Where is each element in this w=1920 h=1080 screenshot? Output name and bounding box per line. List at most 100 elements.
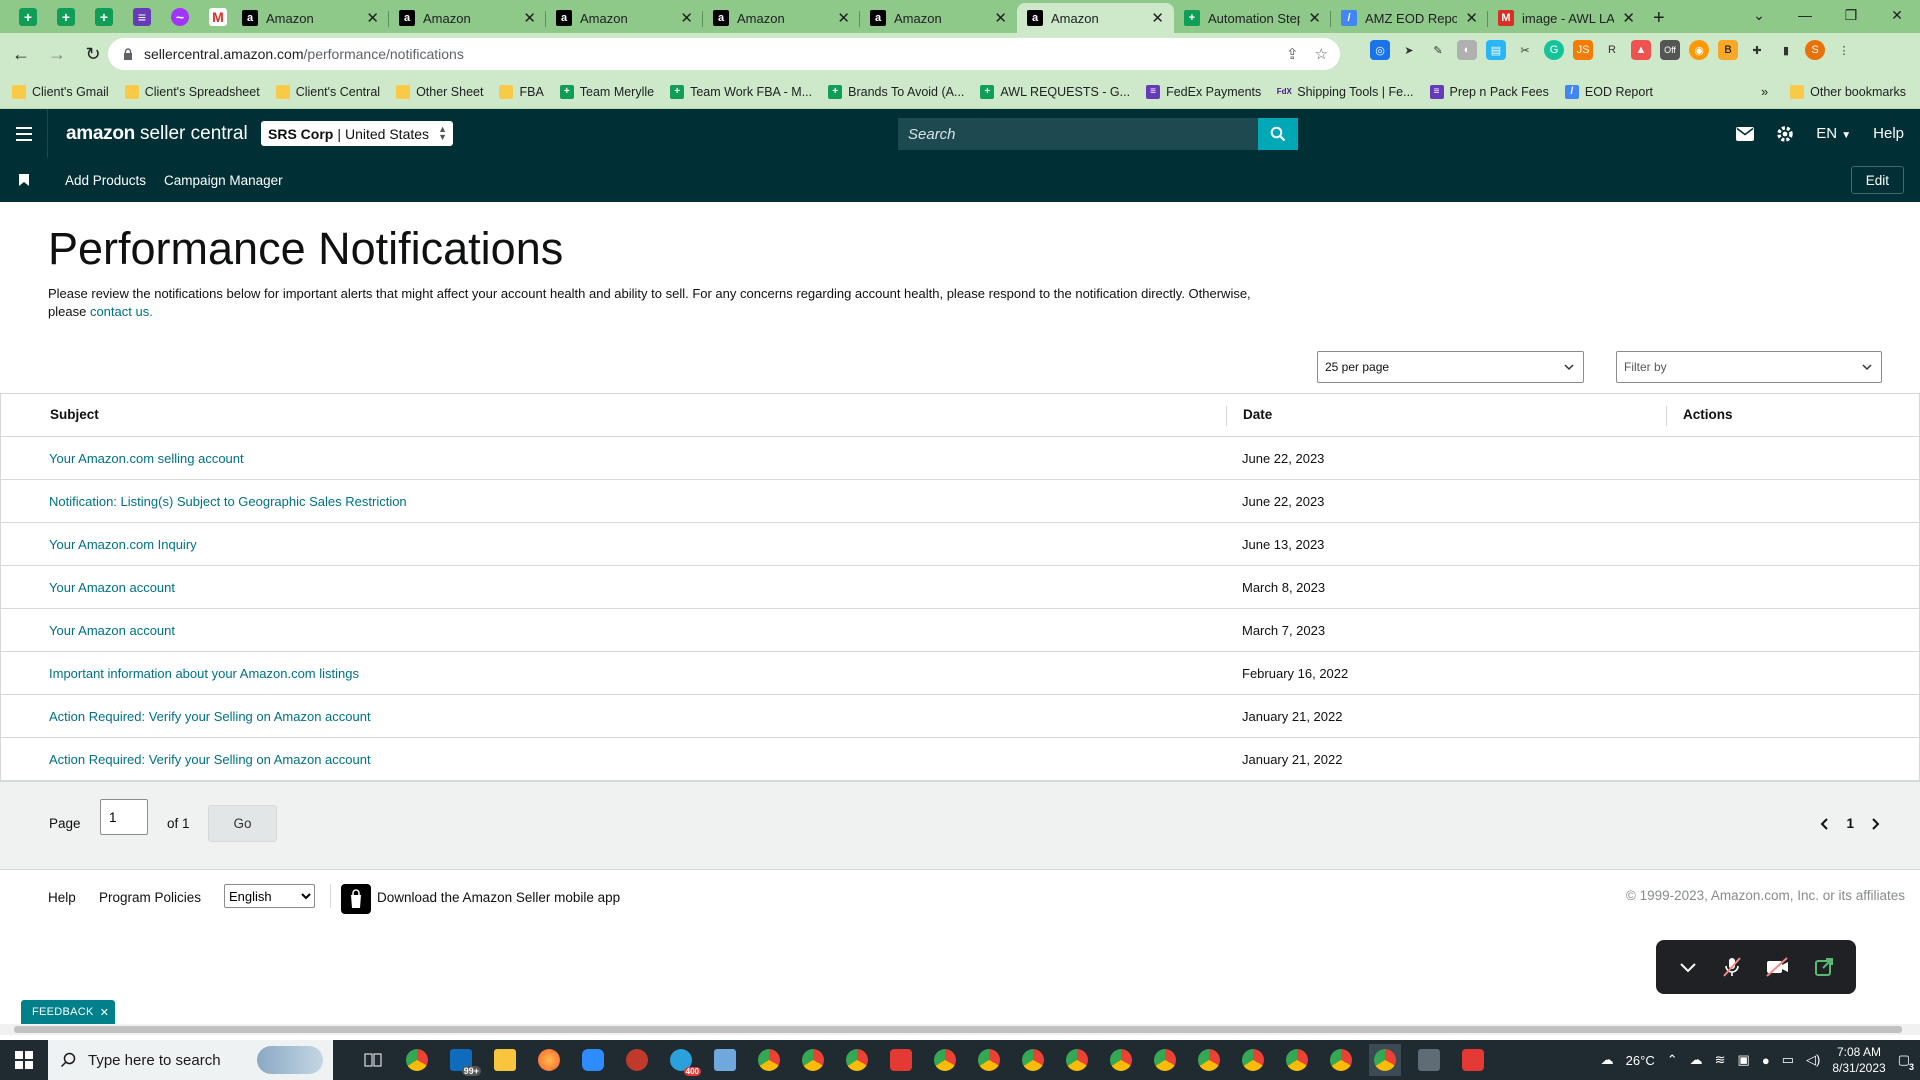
bookmark[interactable]: + AWL REQUESTS - G... <box>980 84 1130 99</box>
pinned-tab-forms[interactable]: ≡ <box>128 3 156 31</box>
column-header-subject[interactable]: Subject <box>50 407 99 422</box>
chrome-icon[interactable] <box>753 1044 785 1076</box>
bookmark[interactable]: Client's Spreadsheet <box>124 84 260 99</box>
pinned-tab-messenger[interactable]: ~ <box>166 3 194 31</box>
chrome-icon[interactable] <box>401 1044 433 1076</box>
download-app-link[interactable]: Download the Amazon Seller mobile app <box>377 890 620 905</box>
bookmark[interactable]: FdX Shipping Tools | Fe... <box>1277 85 1414 99</box>
forward-icon[interactable]: → <box>42 39 72 69</box>
meet-now-icon[interactable]: ▣ <box>1738 1052 1750 1068</box>
weather-icon[interactable]: ☁ <box>1601 1052 1614 1068</box>
reload-icon[interactable]: ↻ <box>78 39 108 69</box>
chrome-icon[interactable] <box>929 1044 961 1076</box>
extension-icon[interactable]: JS <box>1573 40 1593 60</box>
zoom-icon[interactable] <box>577 1044 609 1076</box>
notification-subject-link[interactable]: Your Amazon.com selling account <box>49 451 244 466</box>
bookmark-ribbon-icon[interactable] <box>0 174 48 186</box>
go-button[interactable]: Go <box>208 805 277 842</box>
show-hidden-icons[interactable]: ⌃ <box>1667 1052 1678 1068</box>
more-bookmarks-icon[interactable]: » <box>1761 85 1768 99</box>
browser-menu-icon[interactable]: ⋮ <box>1834 40 1854 60</box>
close-tab-icon[interactable]: ✕ <box>837 9 850 27</box>
contact-us-link[interactable]: contact us. <box>90 304 153 319</box>
close-tab-icon[interactable]: ✕ <box>1308 9 1321 27</box>
notification-subject-link[interactable]: Your Amazon.com Inquiry <box>49 537 197 552</box>
mail-icon[interactable] <box>1736 126 1755 141</box>
bookmark[interactable]: ≡ FedEx Payments <box>1146 84 1261 99</box>
browser-tab[interactable]: a Amazon ✕ <box>389 3 546 33</box>
extension-icon[interactable]: ✎ <box>1428 40 1448 60</box>
chrome-icon[interactable] <box>1237 1044 1269 1076</box>
pinned-tab-gmail[interactable]: M <box>204 3 232 31</box>
hamburger-menu-icon[interactable] <box>0 109 48 158</box>
wps-office-icon[interactable] <box>885 1044 917 1076</box>
search-input[interactable] <box>898 118 1258 150</box>
clock[interactable]: 7:08 AM 8/31/2023 <box>1832 1044 1885 1076</box>
feedback-button[interactable]: FEEDBACK ✕ <box>21 1000 116 1024</box>
pinned-tab-sheets[interactable]: + <box>52 3 80 31</box>
nav-link-campaign-manager[interactable]: Campaign Manager <box>164 173 283 188</box>
bookmark[interactable]: / EOD Report <box>1564 84 1653 99</box>
footer-language-select[interactable]: English <box>224 884 315 908</box>
language-selector[interactable]: EN ▼ <box>1816 125 1851 142</box>
bookmark[interactable]: + Team Merylle <box>559 84 654 99</box>
bookmark[interactable]: Client's Gmail <box>12 84 109 99</box>
close-tab-icon[interactable]: ✕ <box>1465 9 1478 27</box>
extension-off-icon[interactable]: Off <box>1660 40 1680 60</box>
notification-center-icon[interactable]: ▢ 3 <box>1898 1052 1914 1072</box>
browser-tab[interactable]: M image - AWL LAB ✕ <box>1488 3 1645 33</box>
chrome-icon[interactable] <box>1193 1044 1225 1076</box>
extension-icon[interactable]: ✂ <box>1515 40 1535 60</box>
calculator-icon[interactable] <box>1413 1044 1445 1076</box>
volume-icon[interactable]: ◁) <box>1806 1052 1820 1068</box>
browser-tab[interactable]: a Amazon ✕ <box>546 3 703 33</box>
column-header-date[interactable]: Date <box>1243 407 1272 422</box>
tab-search-icon[interactable]: ⌄ <box>1736 7 1782 24</box>
close-icon[interactable]: ✕ <box>100 1006 110 1019</box>
mic-muted-icon[interactable] <box>1721 956 1743 978</box>
back-icon[interactable]: ← <box>6 39 36 69</box>
chevron-right-icon[interactable] <box>1870 817 1880 830</box>
notification-subject-link[interactable]: Action Required: Verify your Selling on … <box>49 709 371 724</box>
close-tab-icon[interactable]: ✕ <box>1151 9 1164 27</box>
chrome-icon[interactable] <box>1281 1044 1313 1076</box>
close-tab-icon[interactable]: ✕ <box>1622 9 1635 27</box>
chrome-icon[interactable] <box>1369 1044 1401 1076</box>
chrome-icon[interactable] <box>1061 1044 1093 1076</box>
browser-tab[interactable]: a Amazon ✕ <box>232 3 389 33</box>
filter-select[interactable]: Filter by <box>1616 351 1882 383</box>
collapse-chevron-icon[interactable] <box>1677 956 1699 978</box>
open-in-window-icon[interactable] <box>1813 956 1835 978</box>
bookmark[interactable]: ≡ Prep n Pack Fees <box>1429 84 1549 99</box>
bookmark[interactable]: Other Sheet <box>396 84 483 99</box>
horizontal-scrollbar[interactable] <box>0 1024 1920 1035</box>
temperature[interactable]: 26°C <box>1626 1053 1655 1068</box>
app-r-icon[interactable] <box>1457 1044 1489 1076</box>
browser-tab[interactable]: / AMZ EOD Report ✕ <box>1331 3 1488 33</box>
page-number-input[interactable] <box>100 799 148 835</box>
minimize-icon[interactable]: — <box>1782 7 1828 23</box>
chrome-icon[interactable] <box>1149 1044 1181 1076</box>
profile-avatar[interactable]: S <box>1805 40 1825 60</box>
chrome-icon[interactable] <box>1017 1044 1049 1076</box>
browser-tab-active[interactable]: a Amazon ✕ <box>1017 3 1174 33</box>
task-view-icon[interactable] <box>357 1044 389 1076</box>
mail-app-icon[interactable]: 99+ <box>445 1044 481 1076</box>
chrome-icon[interactable] <box>973 1044 1005 1076</box>
pinned-tab-sheets[interactable]: + <box>90 3 118 31</box>
notification-subject-link[interactable]: Notification: Listing(s) Subject to Geog… <box>49 494 407 509</box>
restore-icon[interactable]: ❐ <box>1828 7 1874 24</box>
amazon-seller-app-icon[interactable] <box>341 884 371 914</box>
search-button[interactable] <box>1258 118 1298 150</box>
wifi-icon[interactable]: ≋ <box>1715 1052 1726 1068</box>
close-tab-icon[interactable]: ✕ <box>994 9 1007 27</box>
notification-subject-link[interactable]: Your Amazon account <box>49 623 175 638</box>
close-tab-icon[interactable]: ✕ <box>523 9 536 27</box>
firefox-icon[interactable] <box>533 1044 565 1076</box>
telegram-icon[interactable]: 400 <box>665 1044 701 1076</box>
extensions-puzzle-icon[interactable]: ✚ <box>1747 40 1767 60</box>
close-window-icon[interactable]: ✕ <box>1874 7 1920 24</box>
close-tab-icon[interactable]: ✕ <box>680 9 693 27</box>
edit-button[interactable]: Edit <box>1850 166 1904 194</box>
bookmark[interactable]: + Team Work FBA - M... <box>670 84 812 99</box>
